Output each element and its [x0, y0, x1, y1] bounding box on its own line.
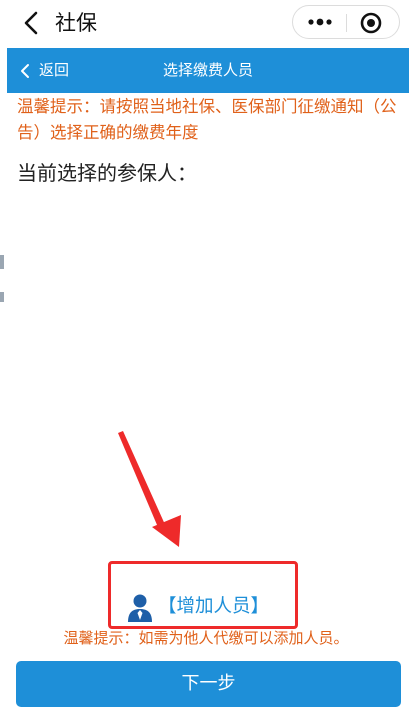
edge-artifact [0, 292, 4, 302]
current-insured-label: 当前选择的参保人： [17, 161, 197, 185]
more-dots-icon[interactable] [302, 8, 338, 36]
chevron-left-icon [21, 63, 29, 78]
add-person-label: 【增加人员】 [158, 596, 270, 617]
miniprogram-navbar: 社保 [0, 0, 412, 46]
person-icon [128, 594, 152, 622]
navbar-title: 社保 [55, 11, 97, 35]
notice-top: 温馨提示：请按照当地社保、医保部门征缴通知（公告）选择正确的缴费年度 [17, 97, 397, 142]
chevron-left-icon[interactable] [18, 9, 46, 37]
back-label: 返回 [39, 61, 70, 79]
back-button[interactable]: 返回 [17, 48, 69, 93]
page-header: 选择缴费人员 返回 [7, 48, 409, 93]
edge-artifact [0, 255, 4, 269]
target-close-icon[interactable] [357, 9, 385, 37]
next-step-button[interactable]: 下一步 [16, 661, 401, 707]
add-person-button[interactable]: 【增加人员】 [126, 590, 269, 624]
capsule-divider [346, 14, 347, 32]
capsule-menu [292, 5, 400, 39]
notice-bottom: 温馨提示：如需为他人代缴可以添加人员。 [63, 629, 349, 647]
